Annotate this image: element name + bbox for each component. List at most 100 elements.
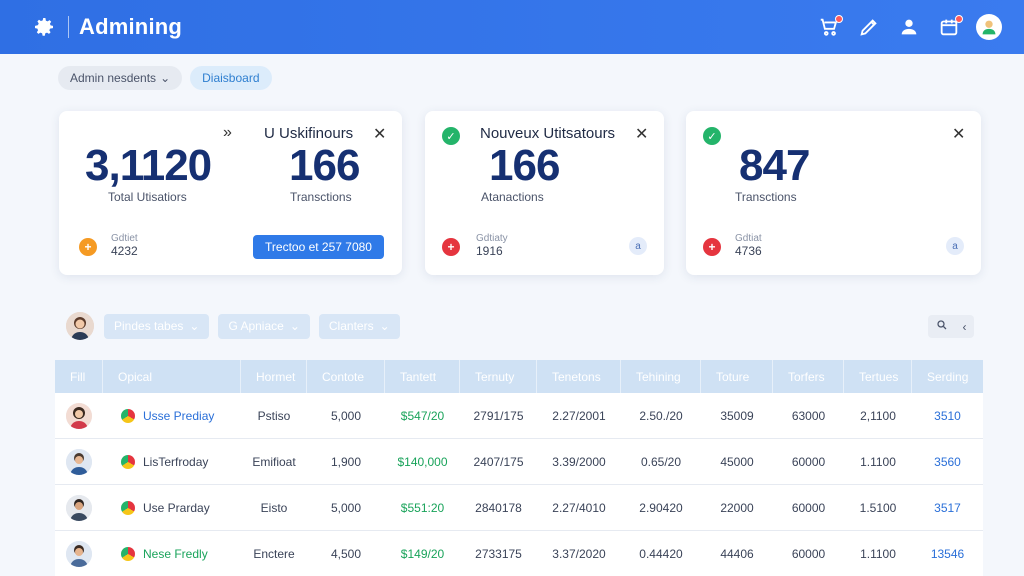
- plus-icon[interactable]: +: [79, 238, 97, 256]
- double-chevron-icon[interactable]: »: [223, 124, 232, 142]
- plus-icon[interactable]: +: [442, 238, 460, 256]
- cell-contote: 1,900: [330, 454, 362, 469]
- column-header[interactable]: Serding: [912, 360, 983, 393]
- chevron-down-icon: ⌄: [379, 319, 390, 333]
- info-badge[interactable]: a: [946, 237, 964, 255]
- table-header: Fill Opical Hormet Contote Tantett Ternu…: [55, 360, 983, 393]
- cell-tenetons: 3.37/2020: [552, 546, 606, 561]
- transactions-label: Transctions: [290, 190, 352, 204]
- user-name-link[interactable]: Use Prarday: [143, 501, 210, 515]
- flag-icon: [121, 408, 135, 423]
- column-header[interactable]: Tertues: [844, 360, 912, 393]
- cell-tertues: 2,1100: [860, 408, 896, 423]
- sub-label: Gdtiet: [111, 233, 138, 244]
- cell-tertues: 1.1100: [860, 546, 896, 561]
- table-row[interactable]: Use Prarday Eisto 5,000 $551:20 2840178 …: [55, 485, 983, 531]
- top-bar: Admining: [0, 0, 1024, 54]
- filter-apniace[interactable]: G Apniace ⌄: [218, 313, 310, 339]
- cell-torfers: 60000: [791, 500, 826, 515]
- cell-tehining: 0.44420: [639, 546, 683, 561]
- column-header[interactable]: Toture: [701, 360, 773, 393]
- total-users-label: Total Utisatiors: [108, 190, 187, 204]
- gear-icon[interactable]: [30, 13, 58, 41]
- stat-card-transactions: ✓ ✕ 847 Transctions + Gdtiat 4736 a: [686, 111, 981, 275]
- column-header[interactable]: Ternuty: [460, 360, 537, 393]
- column-header[interactable]: Tenetons: [537, 360, 621, 393]
- cell-contote: 5,000: [330, 500, 362, 515]
- avatar: [66, 402, 92, 429]
- user-avatar[interactable]: [66, 312, 94, 340]
- cell-tenetons: 2.27/2001: [552, 408, 606, 423]
- cell-ternuty: 2407/175: [473, 454, 524, 469]
- search-box[interactable]: ‹: [928, 315, 974, 338]
- app-title: Admining: [79, 14, 183, 39]
- column-header[interactable]: Opical: [103, 360, 241, 393]
- table-row[interactable]: Usse Prediay Pstiso 5,000 $547/20 2791/1…: [55, 393, 983, 439]
- cell-torfers: 60000: [791, 546, 826, 561]
- close-icon[interactable]: ✕: [952, 124, 965, 144]
- sub-label: Gdtiaty: [476, 233, 508, 244]
- cell-serding: 3510: [934, 408, 961, 423]
- user-name-link[interactable]: Nese Fredly: [143, 547, 208, 561]
- stat-card-total-users: 3,1120 Total Utisatiors » U Uskifinours …: [59, 111, 402, 275]
- cell-tertues: 1.1100: [860, 454, 896, 469]
- cell-tantett: $149/20: [400, 546, 445, 561]
- close-icon[interactable]: ✕: [373, 124, 386, 144]
- new-users-label: Atanactions: [481, 190, 544, 204]
- table-row[interactable]: LisTerfroday Emifioat 1,900 $140,000 240…: [55, 439, 983, 485]
- avatar[interactable]: [976, 14, 1002, 40]
- sub-value: 1916: [476, 244, 503, 258]
- column-header[interactable]: Tantett: [385, 360, 460, 393]
- search-icon[interactable]: [936, 319, 948, 334]
- column-header[interactable]: Hormet: [241, 360, 307, 393]
- filter-pindes-tabes[interactable]: Pindes tabes ⌄: [104, 313, 210, 339]
- cell-tehining: 0.65/20: [640, 454, 682, 469]
- transactions-label: Transctions: [735, 190, 797, 204]
- pen-icon[interactable]: [856, 14, 882, 40]
- breadcrumb-item-dashboard[interactable]: Diaisboard: [190, 66, 272, 90]
- new-users-value: 166: [489, 141, 560, 190]
- transaction-button[interactable]: Trectoo et 257 7080: [253, 235, 384, 259]
- cart-icon[interactable]: [816, 14, 843, 40]
- stat-card-new-users: ✓ Nouveux Utitsatours ✕ 166 Atanactions …: [425, 111, 664, 275]
- check-icon: ✓: [703, 127, 721, 145]
- cell-toture: 35009: [720, 408, 754, 423]
- column-header[interactable]: Torfers: [773, 360, 844, 393]
- cell-hormet: Eisto: [260, 500, 288, 515]
- cell-contote: 5,000: [330, 408, 362, 423]
- user-icon[interactable]: [896, 14, 922, 40]
- cell-tenetons: 3.39/2000: [552, 454, 606, 469]
- column-header[interactable]: Fill: [55, 360, 103, 393]
- chevron-down-icon: ⌄: [160, 71, 171, 85]
- avatar: [66, 448, 92, 475]
- cell-toture: 44406: [720, 546, 754, 561]
- cell-ternuty: 2733175: [475, 546, 522, 561]
- info-badge[interactable]: a: [629, 237, 647, 255]
- breadcrumb-item-admin[interactable]: Admin nesdents ⌄: [58, 66, 183, 90]
- calendar-icon[interactable]: [936, 14, 963, 40]
- flag-icon: [121, 454, 135, 469]
- filter-clanters[interactable]: Clanters ⌄: [318, 313, 400, 339]
- card-title: U Uskifinours: [264, 125, 354, 142]
- cell-serding: 3517: [934, 500, 961, 515]
- plus-icon[interactable]: +: [703, 238, 721, 256]
- check-icon: ✓: [442, 127, 460, 145]
- flag-icon: [121, 500, 135, 515]
- user-name-link[interactable]: Usse Prediay: [143, 409, 214, 423]
- user-name-link[interactable]: LisTerfroday: [143, 455, 208, 469]
- sub-label: Gdtiat: [735, 233, 762, 244]
- close-icon[interactable]: ✕: [635, 124, 648, 144]
- cell-tenetons: 2.27/4010: [552, 500, 606, 515]
- cell-torfers: 60000: [791, 454, 826, 469]
- cell-serding: 3560: [934, 454, 961, 469]
- card-title: Nouveux Utitsatours: [480, 125, 616, 142]
- cell-contote: 4,500: [330, 546, 362, 561]
- cell-hormet: Enctere: [253, 546, 295, 561]
- table-row[interactable]: Nese Fredly Enctere 4,500 $149/20 273317…: [55, 531, 983, 576]
- column-header[interactable]: Contote: [307, 360, 385, 393]
- chevron-left-icon[interactable]: ‹: [963, 320, 967, 334]
- avatar: [66, 494, 92, 521]
- column-header[interactable]: Tehining: [621, 360, 701, 393]
- transactions-value: 166: [289, 141, 360, 190]
- transactions-value: 847: [739, 141, 810, 190]
